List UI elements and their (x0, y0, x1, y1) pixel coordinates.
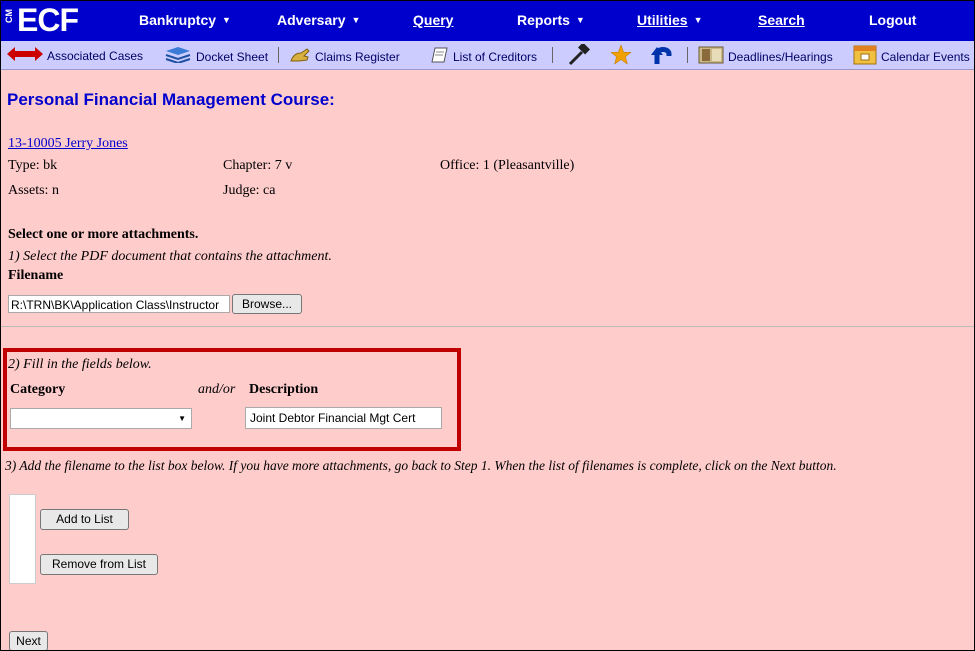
highlight-box (3, 348, 461, 451)
toolbar-divider (687, 47, 688, 63)
menu-query[interactable]: Query (413, 12, 453, 28)
menu-search[interactable]: Search (758, 12, 805, 28)
main-content: Personal Financial Management Course: 13… (1, 69, 974, 650)
shortcut-toolbar: Associated Cases Docket Sheet Claims Reg… (1, 41, 974, 70)
case-assets: Assets: n (8, 183, 59, 198)
menu-reports-label: Reports (517, 12, 570, 28)
case-number-link[interactable]: 13-10005 Jerry Jones (8, 136, 128, 152)
cmecf-logo: CM ECF (4, 2, 105, 38)
calendar-events-label: Calendar Events (881, 49, 970, 64)
add-to-list-button[interactable]: Add to List (40, 509, 129, 530)
filename-input[interactable]: R:\TRN\BK\Application Class\Instructor (8, 295, 230, 313)
toolbar-divider (552, 47, 553, 63)
top-menu-bar: CM ECF Bankruptcy ▼ Adversary ▼ Query Repo… (1, 1, 974, 41)
claims-register-button[interactable]: Claims Register (289, 47, 400, 66)
browse-button[interactable]: Browse... (232, 294, 302, 314)
hand-icon (289, 47, 311, 66)
list-of-creditors-label: List of Creditors (453, 49, 538, 64)
chevron-down-icon: ▼ (222, 15, 231, 25)
page-title: Personal Financial Management Course: (7, 90, 335, 109)
menu-logout-label: Logout (869, 12, 917, 28)
next-button[interactable]: Next (9, 631, 48, 650)
menu-bankruptcy-label: Bankruptcy (139, 12, 217, 28)
gavel-icon (567, 42, 591, 69)
menu-query-label: Query (413, 12, 454, 28)
section-divider (1, 326, 974, 327)
menu-search-label: Search (758, 12, 805, 28)
gavel-button[interactable] (567, 42, 595, 69)
logo-cm: CM (4, 9, 14, 23)
case-chapter: Chapter: 7 v (223, 158, 293, 173)
filename-list-box[interactable] (9, 494, 36, 584)
chevron-down-icon: ▼ (693, 15, 703, 25)
case-office: Office: 1 (Pleasantville) (440, 158, 575, 173)
step1-instruction: 1) Select the PDF document that contains… (8, 249, 332, 264)
chevron-down-icon: ▼ (351, 15, 361, 25)
menu-adversary-label: Adversary (277, 12, 346, 28)
undo-arrow-icon (649, 44, 675, 69)
remove-from-list-button[interactable]: Remove from List (40, 554, 158, 575)
menu-adversary[interactable]: Adversary ▼ (277, 12, 360, 28)
favorites-button[interactable] (610, 44, 636, 69)
case-judge: Judge: ca (223, 183, 276, 198)
deadlines-hearings-button[interactable]: Deadlines/Hearings (698, 45, 833, 68)
case-link-text[interactable]: 13-10005 Jerry Jones (8, 136, 128, 151)
back-button[interactable] (649, 44, 679, 69)
docket-sheet-button[interactable]: Docket Sheet (164, 47, 268, 66)
list-of-creditors-button[interactable]: List of Creditors (431, 47, 537, 66)
menu-utilities[interactable]: Utilities ▼ (637, 12, 703, 28)
menu-utilities-label: Utilities (637, 12, 688, 28)
document-icon (431, 47, 449, 66)
docket-stack-icon (164, 47, 192, 66)
calendar-events-button[interactable]: Calendar Events (853, 45, 970, 68)
menu-reports[interactable]: Reports ▼ (517, 12, 585, 28)
menu-logout[interactable]: Logout (869, 12, 916, 28)
associated-cases-button[interactable]: Associated Cases (7, 47, 143, 64)
filename-label: Filename (8, 268, 64, 283)
docket-sheet-label: Docket Sheet (196, 49, 269, 64)
calendar-icon (853, 45, 877, 68)
double-arrow-icon (7, 47, 43, 64)
calendar-book-icon (698, 45, 724, 68)
deadlines-hearings-label: Deadlines/Hearings (728, 49, 833, 64)
star-icon (610, 44, 632, 69)
associated-cases-label: Associated Cases (47, 48, 144, 63)
logo-ecf: ECF (17, 2, 79, 38)
chevron-down-icon: ▼ (575, 15, 585, 25)
menu-bankruptcy[interactable]: Bankruptcy ▼ (139, 12, 231, 28)
attachments-heading: Select one or more attachments. (8, 227, 199, 242)
claims-register-label: Claims Register (315, 49, 400, 64)
page-frame: CM ECF Bankruptcy ▼ Adversary ▼ Query Repo… (0, 0, 975, 651)
step3-instruction: 3) Add the filename to the list box belo… (5, 458, 837, 473)
case-type: Type: bk (8, 158, 58, 173)
toolbar-divider (278, 47, 279, 63)
